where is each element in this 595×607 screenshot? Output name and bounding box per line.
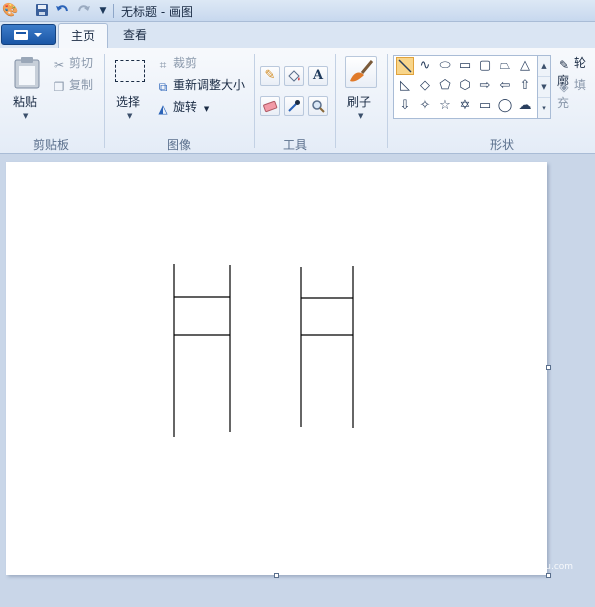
rotate-button[interactable]: ◭ 旋转 ▼: [156, 98, 209, 116]
color-picker-icon: [288, 100, 300, 112]
rectangle-shape-icon[interactable]: ▭: [456, 57, 474, 75]
ribbon: 粘贴 ▼ ✂ 剪切 ❐ 复制 剪贴板 选择 ▼ ⌗ 裁剪 ⧉ 重新调整大小 ◭ 旋转 ▼ …: [0, 48, 595, 154]
brushes-label: 刷子: [347, 95, 372, 109]
right-arrow-shape-icon[interactable]: ⇨: [476, 77, 494, 95]
rounded-callout-shape-icon[interactable]: ▭: [476, 97, 494, 115]
four-point-star-shape-icon[interactable]: ✧: [416, 97, 434, 115]
oval-callout-shape-icon[interactable]: ◯: [496, 97, 514, 115]
eraser-icon: [263, 100, 278, 113]
title-bar: 🎨 ▼ 无标题 - 画图: [0, 0, 595, 22]
redo-icon[interactable]: [76, 3, 92, 19]
window-title: 无标题 - 画图: [121, 5, 193, 19]
left-arrow-shape-icon[interactable]: ⇦: [496, 77, 514, 95]
canvas-resize-handle-right[interactable]: [546, 365, 551, 370]
cut-label: 剪切: [69, 56, 94, 70]
line-shape-icon[interactable]: [396, 57, 414, 75]
gallery-expand-icon[interactable]: ▾: [538, 98, 550, 119]
image-group-label: 图像: [167, 138, 192, 152]
shapes-group-label: 形状: [490, 138, 515, 152]
triangle-shape-icon[interactable]: △: [516, 57, 534, 75]
outline-button[interactable]: ✎ 轮廓: [557, 54, 595, 88]
watermark-url: jingyan.baidu.com: [490, 562, 574, 572]
magnifier-tool-button[interactable]: [308, 96, 328, 116]
select-button[interactable]: 选择 ▼: [112, 54, 148, 126]
polygon-shape-icon[interactable]: ⏢: [496, 57, 514, 75]
crop-icon: ⌗: [159, 58, 167, 72]
eraser-tool-button[interactable]: [260, 96, 280, 116]
group-separator: [335, 54, 336, 148]
rotate-icon: ◭: [158, 102, 168, 116]
title-separator: [113, 4, 114, 18]
paint-app-icon[interactable]: 🎨: [2, 3, 18, 19]
select-label: 选择: [116, 95, 141, 109]
tools-group-label: 工具: [283, 138, 308, 152]
cloud-callout-shape-icon[interactable]: ☁: [516, 97, 534, 115]
six-point-star-shape-icon[interactable]: ✡: [456, 97, 474, 115]
curve-shape-icon[interactable]: ∿: [416, 57, 434, 75]
resize-button[interactable]: ⧉ 重新调整大小: [156, 76, 245, 94]
pencil-tool-button[interactable]: ✎: [260, 66, 280, 86]
copy-button[interactable]: ❐ 复制: [52, 76, 93, 94]
brush-icon: [345, 56, 377, 88]
fill-bucket-icon: ◈: [559, 80, 569, 94]
pentagon-shape-icon[interactable]: ⬠: [436, 77, 454, 95]
tab-view[interactable]: 查看: [111, 23, 159, 48]
brushes-button[interactable]: 刷子 ▼: [341, 54, 381, 126]
magnifier-icon: [312, 100, 325, 113]
text-tool-button[interactable]: A: [308, 66, 328, 86]
resize-label: 重新调整大小: [173, 78, 246, 92]
clipboard-group-label: 剪贴板: [33, 138, 70, 152]
selection-rectangle-icon: [115, 60, 145, 82]
outline-pencil-icon: ✎: [558, 58, 570, 72]
diamond-shape-icon[interactable]: ◇: [416, 77, 434, 95]
down-arrow-shape-icon[interactable]: ⇩: [396, 97, 414, 115]
paste-label: 粘贴: [13, 95, 38, 109]
shapes-gallery: ∿ ⬭ ▭ ▢ ⏢ △ ◺ ◇ ⬠ ⬡ ⇨ ⇦ ⇧ ⇩ ✧ ☆ ✡ ▭ ◯ ☁: [393, 55, 538, 119]
scissors-icon: ✂: [53, 58, 65, 72]
save-icon[interactable]: [34, 3, 50, 19]
group-separator: [104, 54, 105, 148]
cut-button[interactable]: ✂ 剪切: [52, 54, 93, 72]
color-picker-tool-button[interactable]: [284, 96, 304, 116]
rounded-rectangle-shape-icon[interactable]: ▢: [476, 57, 494, 75]
five-point-star-shape-icon[interactable]: ☆: [436, 97, 454, 115]
crop-button[interactable]: ⌗ 裁剪: [156, 54, 197, 72]
fill-icon: [288, 70, 300, 82]
drawing-canvas[interactable]: [6, 162, 547, 575]
up-arrow-shape-icon[interactable]: ⇧: [516, 77, 534, 95]
fill-button[interactable]: ◈ 填充: [557, 76, 595, 110]
crop-label: 裁剪: [173, 56, 198, 70]
tab-home[interactable]: 主页: [58, 23, 109, 48]
drawing-content: [173, 264, 354, 437]
undo-icon[interactable]: [54, 3, 70, 19]
rotate-dropdown-icon[interactable]: ▼: [204, 105, 209, 113]
copy-icon: ❐: [53, 80, 65, 94]
right-triangle-shape-icon[interactable]: ◺: [396, 77, 414, 95]
ribbon-tab-row: 主页 查看: [0, 22, 595, 48]
copy-label: 复制: [69, 78, 94, 92]
canvas-resize-handle-corner[interactable]: [546, 573, 551, 578]
fill-tool-button[interactable]: [284, 66, 304, 86]
group-separator: [254, 54, 255, 148]
scroll-up-icon[interactable]: ▲: [538, 56, 550, 77]
customize-quick-access-icon[interactable]: ▼: [95, 3, 111, 19]
scroll-down-icon[interactable]: ▼: [538, 77, 550, 98]
paste-dropdown-icon[interactable]: ▼: [23, 112, 28, 120]
oval-shape-icon[interactable]: ⬭: [436, 57, 454, 75]
canvas-resize-handle-bottom[interactable]: [274, 573, 279, 578]
paste-button[interactable]: 粘贴 ▼: [8, 54, 46, 126]
watermark-logo: Baidu经验: [455, 544, 539, 563]
pencil-icon: ✎: [264, 68, 276, 83]
rotate-label: 旋转: [173, 100, 198, 114]
brushes-dropdown-icon[interactable]: ▼: [358, 112, 363, 120]
select-dropdown-icon[interactable]: ▼: [127, 112, 132, 120]
group-separator: [387, 54, 388, 148]
paste-icon: [14, 57, 40, 89]
shapes-gallery-scroll[interactable]: ▲ ▼ ▾: [538, 55, 551, 119]
paint-menu-button[interactable]: [1, 24, 56, 45]
hexagon-shape-icon[interactable]: ⬡: [456, 77, 474, 95]
text-icon: A: [312, 68, 324, 83]
resize-icon: ⧉: [158, 80, 168, 94]
